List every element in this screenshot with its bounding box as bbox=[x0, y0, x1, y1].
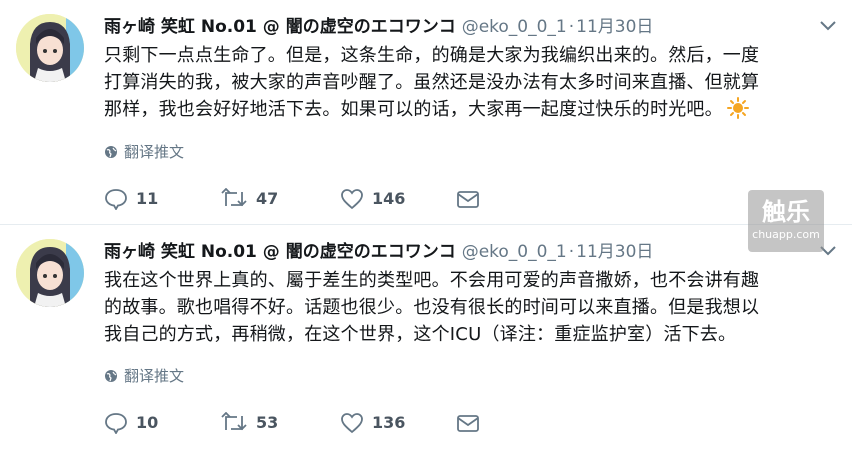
tweet-text-line: 那样，我也会好好地活下去。如果可以的话，大家再一起度过快乐的时光吧。 bbox=[104, 96, 824, 123]
chevron-down-icon[interactable] bbox=[818, 18, 838, 32]
user-handle[interactable]: @eko_0_0_1 bbox=[462, 17, 567, 37]
envelope-icon bbox=[457, 414, 479, 432]
translate-link[interactable]: 翻译推文 bbox=[104, 366, 184, 386]
tweet-text-line: 只剩下一点点生命了。但是，这条生命，的确是大家为我编织出来的。然后，一度 bbox=[104, 45, 760, 66]
tweet-text-line: 打算消失的我，被大家的声音吵醒了。虽然还是没办法有太多时间来直播、但就算 bbox=[104, 72, 760, 93]
avatar[interactable] bbox=[16, 239, 84, 307]
globe-icon bbox=[104, 144, 118, 158]
like-button[interactable]: 136 bbox=[340, 409, 405, 435]
retweet-icon bbox=[221, 411, 247, 430]
tweet-text-line: 我自己的方式，再稍微，在这个世界，这个ICU（译注：重症监护室）活下去。 bbox=[104, 324, 737, 345]
heart-icon bbox=[341, 188, 363, 209]
retweet-button[interactable]: 53 bbox=[220, 409, 278, 435]
tweet-header: 雨ヶ崎 笑虹 No.01 @ 闇の虚空のエコワンコ @eko_0_0_1 · 11月3… bbox=[104, 14, 653, 40]
tweet-text: 只剩下一点点生命了。但是，这条生命，的确是大家为我编织出来的。然后，一度 打算消… bbox=[104, 42, 824, 123]
tweet-text-line-content: 那样，我也会好好地活下去。如果可以的话，大家再一起度过快乐的时光吧。 bbox=[104, 99, 723, 120]
timestamp[interactable]: 11月30日 bbox=[576, 242, 653, 262]
envelope-icon bbox=[457, 190, 479, 208]
like-count: 146 bbox=[372, 188, 406, 208]
separator-dot: · bbox=[568, 17, 575, 37]
reply-icon bbox=[105, 188, 127, 211]
globe-icon bbox=[104, 368, 118, 382]
translate-label[interactable]: 翻译推文 bbox=[124, 143, 184, 161]
tweet-1[interactable]: 雨ヶ崎 笑虹 No.01 @ 闇の虚空のエコワンコ @eko_0_0_1 · 11月3… bbox=[0, 0, 852, 224]
reply-count: 10 bbox=[136, 412, 159, 432]
heart-icon bbox=[341, 412, 363, 433]
reply-button[interactable]: 10 bbox=[104, 409, 158, 435]
like-button[interactable]: 146 bbox=[340, 185, 405, 211]
timestamp[interactable]: 11月30日 bbox=[576, 17, 653, 37]
avatar[interactable] bbox=[16, 14, 84, 82]
watermark-main: 触乐 bbox=[762, 198, 810, 226]
tweet-text-line: 我在这个世界上真的、屬于差生的类型吧。不会用可爱的声音撒娇，也不会讲有趣 bbox=[104, 270, 760, 291]
reply-button[interactable]: 11 bbox=[104, 185, 158, 211]
watermark-sub: chuapp.com bbox=[752, 228, 820, 241]
separator-dot: · bbox=[568, 242, 575, 262]
tweet-text-line: 的故事。歌也唱得不好。话题也很少。也没有很长的时间可以来直播。但是我想以 bbox=[104, 297, 760, 318]
tweet-actions: 11 47 146 bbox=[104, 185, 504, 211]
retweet-icon bbox=[221, 187, 247, 206]
reply-icon bbox=[105, 412, 127, 435]
reply-count: 11 bbox=[136, 188, 159, 208]
retweet-count: 47 bbox=[256, 188, 279, 208]
sun-icon bbox=[726, 97, 749, 119]
translate-link[interactable]: 翻译推文 bbox=[104, 142, 184, 162]
message-button[interactable] bbox=[456, 185, 480, 211]
user-handle[interactable]: @eko_0_0_1 bbox=[462, 242, 567, 262]
tweet-actions: 10 53 136 bbox=[104, 409, 504, 435]
watermark-logo: 触乐 chuapp.com bbox=[748, 190, 824, 252]
translate-label[interactable]: 翻译推文 bbox=[124, 367, 184, 385]
tweet-text: 我在这个世界上真的、屬于差生的类型吧。不会用可爱的声音撒娇，也不会讲有趣 的故事… bbox=[104, 267, 824, 348]
message-button[interactable] bbox=[456, 409, 480, 435]
retweet-count: 53 bbox=[256, 412, 279, 432]
retweet-button[interactable]: 47 bbox=[220, 185, 278, 211]
tweet-2[interactable]: 雨ヶ崎 笑虹 No.01 @ 闇の虚空のエコワンコ @eko_0_0_1 · 11月3… bbox=[0, 225, 852, 449]
tweet-header: 雨ヶ崎 笑虹 No.01 @ 闇の虚空のエコワンコ @eko_0_0_1 · 11月3… bbox=[104, 239, 653, 265]
display-name[interactable]: 雨ヶ崎 笑虹 No.01 @ 闇の虚空のエコワンコ bbox=[104, 17, 456, 37]
display-name[interactable]: 雨ヶ崎 笑虹 No.01 @ 闇の虚空のエコワンコ bbox=[104, 242, 456, 262]
like-count: 136 bbox=[372, 412, 406, 432]
